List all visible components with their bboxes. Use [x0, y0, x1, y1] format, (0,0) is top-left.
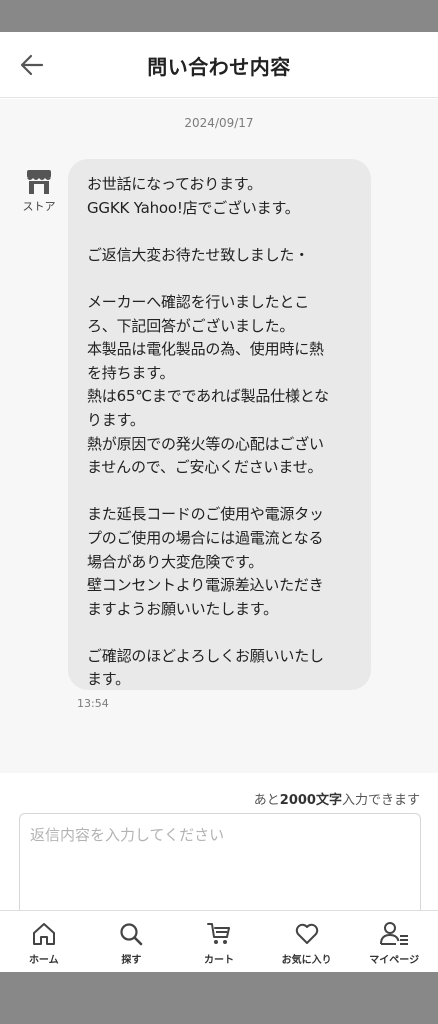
tab-bar: ホーム 探す カート お気に入り マイページ [0, 910, 438, 972]
char-count-value: 2000文字 [279, 793, 342, 808]
home-icon [32, 923, 55, 945]
tab-search[interactable]: 探す [88, 911, 176, 972]
tab-mypage-label: マイページ [369, 955, 420, 966]
page-title: 問い合わせ内容 [147, 55, 291, 79]
heart-icon [295, 923, 318, 944]
tab-cart[interactable]: カート [175, 911, 263, 972]
status-bar [0, 0, 438, 32]
message-date: 2024/09/17 [184, 116, 254, 130]
char-count: あと2000文字入力できます [254, 789, 420, 808]
message-text: お世話になっております。 GGKK Yahoo!店でございます。 ご返信大変お待… [87, 175, 329, 689]
char-count-prefix: あと [253, 793, 280, 808]
tab-cart-label: カート [203, 955, 234, 966]
reply-area: あと2000文字入力できます [0, 773, 438, 913]
store-label: ストア [22, 200, 56, 213]
message-time: 13:54 [77, 697, 109, 710]
char-count-suffix: 入力できます [341, 793, 420, 808]
user-icon [380, 922, 409, 945]
tab-home[interactable]: ホーム [0, 911, 88, 972]
cart-icon [206, 923, 230, 944]
tab-favorites-label: お気に入り [281, 955, 332, 966]
chat-area[interactable]: 2024/09/17 ストア お世話になっております。 GGKK Yahoo!店… [0, 99, 438, 773]
tab-favorites[interactable]: お気に入り [263, 911, 351, 972]
message-bubble: お世話になっております。 GGKK Yahoo!店でございます。 ご返信大変お待… [68, 159, 371, 690]
tab-home-label: ホーム [28, 955, 59, 966]
tab-search-label: 探す [121, 955, 142, 966]
system-nav-bar [0, 972, 438, 1024]
search-icon [120, 923, 143, 946]
store-avatar: ストア [14, 169, 64, 214]
store-icon [27, 170, 51, 194]
tab-mypage[interactable]: マイページ [350, 911, 438, 972]
header: 問い合わせ内容 [0, 32, 438, 98]
reply-input[interactable] [19, 813, 421, 913]
